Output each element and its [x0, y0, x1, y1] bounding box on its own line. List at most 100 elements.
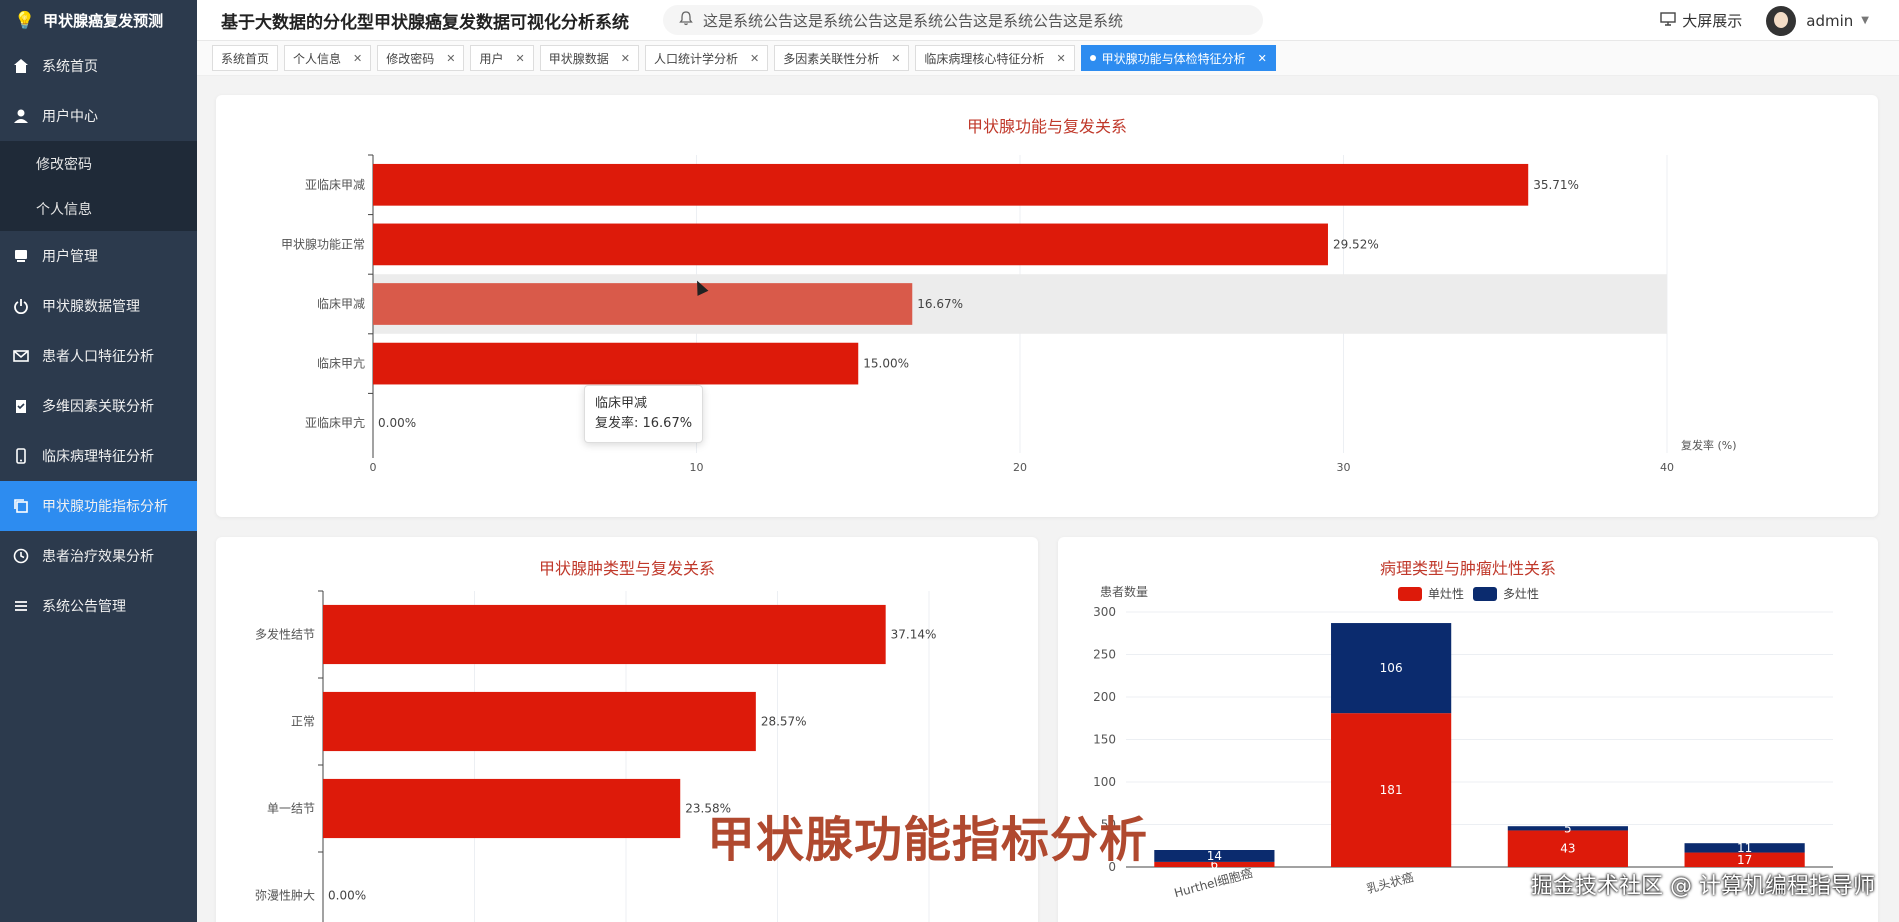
tooltip-name: 临床甲减 — [595, 396, 648, 411]
data-label: 28.57% — [761, 715, 807, 729]
tab-label: 人口统计学分析 — [653, 51, 738, 66]
bar — [373, 342, 859, 385]
bigscreen-button[interactable]: 大屏展示 — [1660, 10, 1742, 31]
sidebar-item[interactable]: 用户管理 — [0, 231, 197, 281]
close-icon[interactable]: ✕ — [621, 52, 630, 65]
tab[interactable]: 甲状腺功能与体检特征分析 ✕ — [1080, 45, 1276, 71]
tab[interactable]: 人口统计学分析 ✕ — [644, 45, 769, 71]
tab[interactable]: 甲状腺数据 ✕ — [539, 45, 639, 71]
data-label: 17 — [1737, 853, 1752, 867]
header-right: 大屏展示 admin ▼ — [1660, 0, 1869, 41]
x-tick-label: 20 — [1013, 461, 1027, 474]
sidebar-subitem[interactable]: 修改密码 — [0, 141, 197, 186]
sidebar-item-label: 多维因素关联分析 — [42, 399, 154, 415]
tab-bar: 系统首页 个人信息 ✕ 修改密码 ✕ 用户 ✕ 甲状腺数据 ✕ 人口统计学分析 ✕ 多因素关联性分析 ✕… — [197, 41, 1899, 76]
bar — [373, 223, 1328, 266]
sidebar-menu: 系统首页用户中心 修改密码个人信息用户管理甲状腺数据管理患者人口特征分析多维因素关… — [0, 41, 197, 631]
sidebar-item[interactable]: 患者人口特征分析 — [0, 331, 197, 381]
mobile-icon — [12, 447, 30, 465]
user-name[interactable]: admin — [1806, 12, 1853, 30]
y-tick-label: 200 — [1093, 690, 1116, 704]
mail-icon — [12, 347, 30, 365]
bell-icon — [679, 10, 693, 30]
tab[interactable]: 系统首页 — [212, 45, 279, 71]
tab[interactable]: 修改密码 ✕ — [377, 45, 465, 71]
x-tick-label: 40 — [1660, 461, 1674, 474]
pathology-focality-chart-card: 病理类型与肿瘤灶性关系 0 50 100 150 200 250 300 患者数量 单灶性 多灶性… — [1058, 537, 1878, 922]
chart-tooltip: 临床甲减 复发率: 16.67% — [584, 385, 704, 443]
category-label: 弥漫性肿大 — [255, 888, 315, 903]
category-label: 乳头状癌 — [1365, 869, 1415, 896]
sidebar-item-label: 临床病理特征分析 — [42, 449, 154, 465]
tab-label: 用户 — [479, 51, 504, 66]
close-icon[interactable]: ✕ — [446, 52, 455, 65]
data-label: 0.00% — [378, 416, 416, 430]
legend-label: 单灶性 — [1428, 587, 1464, 601]
sidebar-item[interactable]: 用户中心 — [0, 91, 197, 141]
sidebar-item-label: 甲状腺数据管理 — [42, 299, 140, 315]
clipboard-icon — [12, 397, 30, 415]
data-label: 106 — [1380, 661, 1403, 675]
data-label: 15.00% — [863, 357, 909, 371]
sidebar-item-label: 系统首页 — [42, 59, 98, 75]
thyroid-function-chart: 0 10 20 30 40 亚临床甲减 35.71% 甲状腺功能正常 29.52% 临床甲减 16.… — [281, 154, 1737, 474]
x-axis-label: 复发率 (%) — [1681, 438, 1737, 452]
sidebar-item[interactable]: 系统公告管理 — [0, 581, 197, 631]
sidebar-item[interactable]: 甲状腺功能指标分析 — [0, 481, 197, 531]
tab[interactable]: 个人信息 ✕ — [284, 45, 372, 71]
tab-label: 甲状腺数据 — [548, 51, 609, 66]
close-icon[interactable]: ✕ — [1056, 52, 1065, 65]
app-logo[interactable]: 💡 甲状腺癌复发预测 — [0, 0, 197, 41]
data-label: 43 — [1560, 842, 1575, 856]
bar — [373, 283, 913, 325]
sidebar-item-label: 患者治疗效果分析 — [42, 549, 154, 565]
sidebar-item[interactable]: 患者治疗效果分析 — [0, 531, 197, 581]
category-label: 亚临床甲减 — [305, 178, 365, 192]
notice-bar[interactable]: 这是系统公告这是系统公告这是系统公告这是系统公告这是系统 — [663, 5, 1263, 35]
sidebar-item[interactable]: 甲状腺数据管理 — [0, 281, 197, 331]
close-icon[interactable]: ✕ — [353, 52, 362, 65]
sidebar-item-label: 甲状腺功能指标分析 — [42, 499, 168, 515]
sidebar-item[interactable]: 系统首页 — [0, 41, 197, 91]
tab[interactable]: 用户 ✕ — [470, 45, 534, 71]
submenu: 修改密码个人信息 — [0, 141, 197, 231]
data-label: 5 — [1564, 821, 1572, 835]
user-manage-icon — [12, 247, 30, 265]
user-icon — [12, 107, 30, 125]
caret-down-icon[interactable]: ▼ — [1861, 15, 1869, 26]
tab-label: 个人信息 — [293, 51, 342, 66]
thyroid-function-chart-card: 甲状腺功能与复发关系 0 10 20 30 40 亚临床甲减 35.71% 甲状腺功能正常 29… — [216, 95, 1878, 517]
data-label: 35.71% — [1533, 178, 1579, 192]
logo-text: 甲状腺癌复发预测 — [43, 12, 164, 30]
category-label: 亚临床甲亢 — [305, 415, 365, 430]
clock-icon — [12, 547, 30, 565]
y-tick-label: 250 — [1093, 648, 1116, 662]
close-icon[interactable]: ✕ — [1258, 52, 1267, 65]
sidebar-subitem-label: 个人信息 — [36, 201, 92, 218]
close-icon[interactable]: ✕ — [750, 52, 759, 65]
y-axis-label: 患者数量 — [1100, 584, 1148, 599]
sidebar-item[interactable]: 临床病理特征分析 — [0, 431, 197, 481]
close-icon[interactable]: ✕ — [891, 52, 900, 65]
legend-swatch — [1473, 587, 1497, 601]
category-label: 临床甲亢 — [317, 356, 365, 371]
y-tick-label: 300 — [1093, 605, 1116, 619]
tab-label: 多因素关联性分析 — [783, 51, 880, 66]
legend-label: 多灶性 — [1503, 587, 1539, 601]
lightbulb-icon: 💡 — [14, 10, 36, 31]
tab-label: 临床病理核心特征分析 — [924, 51, 1045, 66]
avatar[interactable] — [1766, 5, 1797, 36]
tab[interactable]: 临床病理核心特征分析 ✕ — [915, 45, 1075, 71]
list-icon — [12, 597, 30, 615]
sidebar-subitem[interactable]: 个人信息 — [0, 186, 197, 231]
tab-label: 修改密码 — [386, 51, 435, 66]
data-label: 29.52% — [1333, 237, 1379, 251]
data-label: 37.14% — [891, 628, 937, 642]
x-tick-label: 0 — [370, 461, 377, 474]
bar — [373, 163, 1529, 206]
sidebar-item[interactable]: 多维因素关联分析 — [0, 381, 197, 431]
sidebar: 💡 甲状腺癌复发预测 系统首页 用户中心 修改密码 个人信息 用户管理 甲状腺数据管理 患者… — [0, 0, 197, 922]
close-icon[interactable]: ✕ — [516, 52, 525, 65]
tab[interactable]: 多因素关联性分析 ✕ — [774, 45, 910, 71]
bar — [323, 691, 756, 752]
